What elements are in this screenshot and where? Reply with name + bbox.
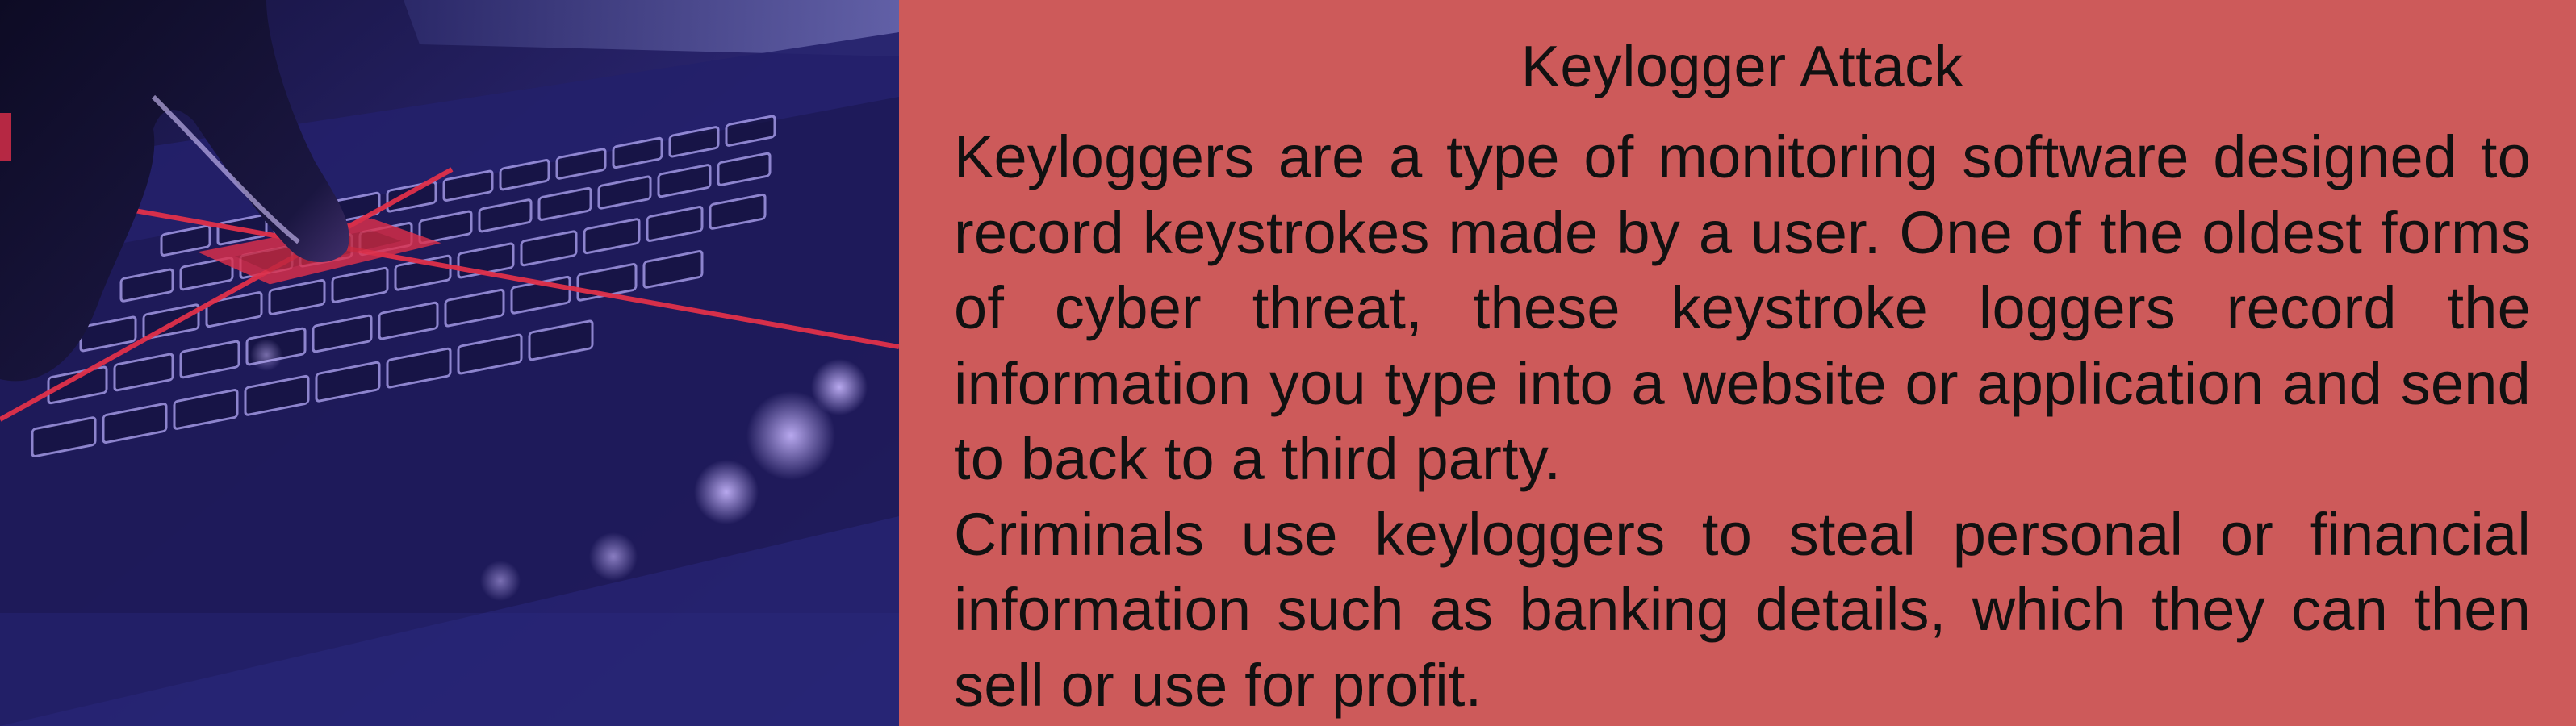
hacker-keyboard-illustration [0,0,899,726]
article-title: Keylogger Attack [1520,35,1964,99]
paragraph-definition: Keyloggers are a type of monitoring soft… [954,123,2531,492]
keylogger-banner: Keylogger Attack Keyloggers are a type o… [0,0,2576,726]
keyboard-photo [0,0,899,726]
paragraph-criminal-use: Criminals use keyloggers to steal person… [954,500,2531,719]
text-panel: Keylogger Attack Keyloggers are a type o… [899,0,2576,726]
